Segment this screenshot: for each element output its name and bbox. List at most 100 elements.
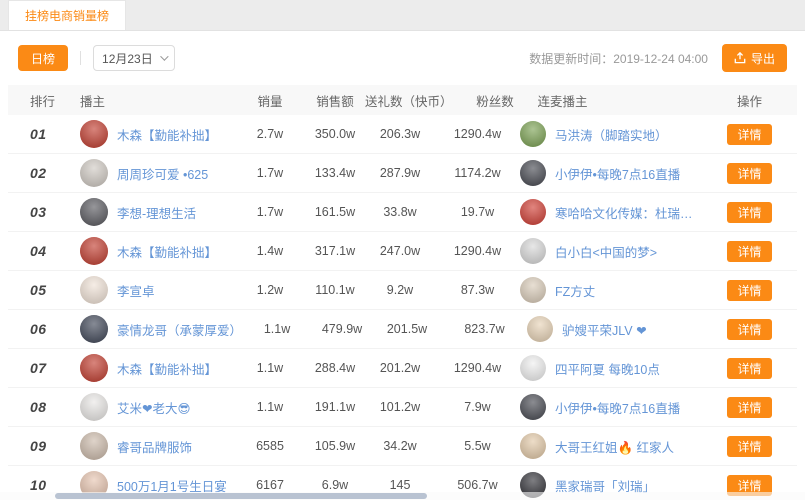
horizontal-scrollbar-track[interactable]	[0, 492, 805, 500]
broadcaster-avatar[interactable]	[80, 276, 108, 304]
rank-cell: 10	[8, 477, 80, 493]
co-host-name-link[interactable]: 驴嫂平荣JLV ❤	[562, 320, 647, 339]
fans-cell: 506.7w	[435, 478, 520, 492]
table-row: 02 周周珍可爱 •625 1.7w 133.4w 287.9w 1174.2w…	[8, 154, 797, 193]
action-cell: 详情	[702, 124, 797, 145]
gifts-cell: 206.3w	[365, 127, 435, 141]
broadcaster-cell: 艾米❤老大😎	[80, 393, 235, 421]
detail-button[interactable]: 详情	[727, 397, 771, 418]
fans-cell: 1290.4w	[435, 361, 520, 375]
daily-rank-button[interactable]: 日榜	[18, 45, 68, 71]
action-cell: 详情	[702, 319, 797, 340]
table-header-row: 排行 播主 销量 销售额 送礼数（快币） 粉丝数 连麦播主 操作	[8, 85, 797, 115]
header-co-host: 连麦播主	[538, 91, 702, 110]
co-host-avatar[interactable]	[520, 433, 546, 459]
header-sales-amount: 销售额	[305, 91, 365, 110]
broadcaster-cell: 睿哥品牌服饰	[80, 432, 235, 460]
sales-amount-cell: 6.9w	[305, 478, 365, 492]
co-host-name-link[interactable]: 小伊伊•每晚7点16直播	[555, 164, 680, 183]
sales-amount-cell: 133.4w	[305, 166, 365, 180]
co-host-avatar[interactable]	[527, 316, 553, 342]
gifts-cell: 101.2w	[365, 400, 435, 414]
broadcaster-avatar[interactable]	[80, 315, 108, 343]
update-time: 数据更新时间：2019-12-24 04:00	[529, 50, 708, 67]
page: 挂榜电商销量榜 日榜 12月23日 数据更新时间：2019-12-24 04:0…	[0, 0, 805, 500]
co-host-name-link[interactable]: 小伊伊•每晚7点16直播	[555, 398, 680, 417]
co-host-name-link[interactable]: 白小白<中国的梦>	[555, 242, 657, 261]
broadcaster-name-link[interactable]: 木森【勤能补拙】	[117, 359, 217, 378]
co-host-avatar[interactable]	[520, 355, 546, 381]
detail-button[interactable]: 详情	[727, 280, 771, 301]
sales-cell: 1.7w	[235, 205, 305, 219]
broadcaster-name-link[interactable]: 艾米❤老大😎	[117, 398, 191, 417]
detail-button[interactable]: 详情	[727, 241, 771, 262]
broadcaster-avatar[interactable]	[80, 237, 108, 265]
broadcaster-name-link[interactable]: 李宣卓	[117, 281, 155, 300]
action-cell: 详情	[702, 397, 797, 418]
header-broadcaster: 播主	[80, 91, 235, 110]
export-button[interactable]: 导出	[722, 44, 787, 72]
table-row: 08 艾米❤老大😎 1.1w 191.1w 101.2w 7.9w 小伊伊•每晚…	[8, 388, 797, 427]
export-icon	[734, 52, 746, 64]
co-host-name-link[interactable]: 四平阿夏 每晚10点	[555, 359, 660, 378]
broadcaster-avatar[interactable]	[80, 159, 108, 187]
tab-sales-ranking[interactable]: 挂榜电商销量榜	[8, 0, 126, 30]
broadcaster-name-link[interactable]: 周周珍可爱 •625	[117, 164, 208, 183]
date-select[interactable]: 12月23日	[93, 45, 175, 71]
broadcaster-avatar[interactable]	[80, 432, 108, 460]
rank-cell: 08	[8, 399, 80, 415]
broadcaster-cell: 李想-理想生活	[80, 198, 235, 226]
sales-cell: 1.1w	[235, 400, 305, 414]
broadcaster-name-link[interactable]: 李想-理想生活	[117, 203, 196, 222]
co-host-avatar[interactable]	[520, 277, 546, 303]
co-host-cell: 小伊伊•每晚7点16直播	[520, 394, 702, 420]
co-host-cell: 白小白<中国的梦>	[520, 238, 702, 264]
table-row: 03 李想-理想生活 1.7w 161.5w 33.8w 19.7w 寒哈哈文化…	[8, 193, 797, 232]
toolbar-divider	[80, 51, 81, 65]
sales-cell: 6167	[235, 478, 305, 492]
header-rank: 排行	[8, 91, 80, 110]
detail-button[interactable]: 详情	[727, 436, 771, 457]
broadcaster-cell: 木森【勤能补拙】	[80, 354, 235, 382]
broadcaster-avatar[interactable]	[80, 120, 108, 148]
horizontal-scrollbar-thumb[interactable]	[55, 493, 427, 499]
content: 日榜 12月23日 数据更新时间：2019-12-24 04:00 导出 排行 …	[0, 44, 805, 500]
detail-button[interactable]: 详情	[727, 319, 771, 340]
detail-button[interactable]: 详情	[727, 163, 771, 184]
fans-cell: 1290.4w	[435, 244, 520, 258]
co-host-avatar[interactable]	[520, 394, 546, 420]
co-host-avatar[interactable]	[520, 121, 546, 147]
sales-cell: 1.4w	[235, 244, 305, 258]
rank-cell: 03	[8, 204, 80, 220]
broadcaster-cell: 李宣卓	[80, 276, 235, 304]
broadcaster-name-link[interactable]: 木森【勤能补拙】	[117, 125, 217, 144]
co-host-avatar[interactable]	[520, 199, 546, 225]
gifts-cell: 201.5w	[372, 322, 442, 336]
broadcaster-avatar[interactable]	[80, 354, 108, 382]
sales-cell: 1.2w	[235, 283, 305, 297]
broadcaster-name-link[interactable]: 豪情龙哥（承蒙厚爱）	[117, 320, 242, 339]
table-row: 01 木森【勤能补拙】 2.7w 350.0w 206.3w 1290.4w 马…	[8, 115, 797, 154]
co-host-avatar[interactable]	[520, 160, 546, 186]
co-host-cell: FZ方丈	[520, 277, 702, 303]
gifts-cell: 34.2w	[365, 439, 435, 453]
detail-button[interactable]: 详情	[727, 358, 771, 379]
detail-button[interactable]: 详情	[727, 202, 771, 223]
broadcaster-name-link[interactable]: 睿哥品牌服饰	[117, 437, 192, 456]
broadcaster-name-link[interactable]: 木森【勤能补拙】	[117, 242, 217, 261]
sales-amount-cell: 105.9w	[305, 439, 365, 453]
sales-amount-cell: 161.5w	[305, 205, 365, 219]
sales-amount-cell: 110.1w	[305, 283, 365, 297]
gifts-cell: 145	[365, 478, 435, 492]
action-cell: 详情	[702, 202, 797, 223]
rank-cell: 06	[8, 321, 80, 337]
co-host-avatar[interactable]	[520, 238, 546, 264]
broadcaster-avatar[interactable]	[80, 393, 108, 421]
detail-button[interactable]: 详情	[727, 124, 771, 145]
co-host-cell: 马洪涛（脚踏实地）	[520, 121, 702, 147]
co-host-name-link[interactable]: 大哥王红姐🔥 红家人	[555, 437, 674, 456]
broadcaster-avatar[interactable]	[80, 198, 108, 226]
co-host-name-link[interactable]: 寒哈哈文化传媒：杜瑞才！	[555, 203, 702, 222]
co-host-name-link[interactable]: FZ方丈	[555, 281, 595, 300]
co-host-name-link[interactable]: 马洪涛（脚踏实地）	[555, 125, 668, 144]
